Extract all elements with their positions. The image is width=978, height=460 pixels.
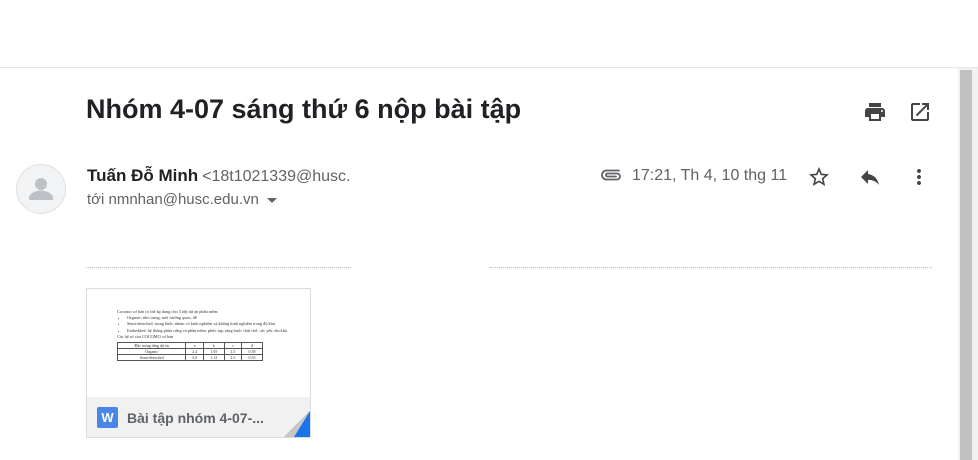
table-cell: 1.12 [202, 354, 225, 362]
sender-name[interactable]: Tuấn Đỗ Minh [87, 166, 198, 185]
word-file-icon: W [97, 407, 118, 428]
preview-bullets: Organic: nhỏ trung, môi trường quen, dễ … [127, 315, 289, 334]
preview-bullet: Embedded: hệ thống phần cứng và phần mềm… [127, 328, 289, 334]
divider-right [490, 267, 932, 268]
table-cell: 0.35 [241, 354, 263, 362]
sender-email: <18t1021339@husc.e [202, 168, 351, 185]
email-datetime: 17:21, Th 4, 10 thg 11 [632, 167, 788, 184]
attachment-card[interactable]: Cocomo cơ bản có thể áp dụng cho 3 lớp d… [86, 288, 311, 438]
star-icon[interactable] [807, 165, 831, 189]
divider-left [86, 267, 351, 268]
scrollbar-thumb[interactable] [960, 70, 972, 460]
open-in-new-icon[interactable] [908, 100, 932, 124]
sender-line: Tuấn Đỗ Minh <18t1021339@husc.e [87, 166, 351, 188]
preview-table-caption: Các hệ số của COCOMO cơ bản [117, 333, 174, 339]
preview-table: Đặc trưng từng dự án a b c d Organic 2.4… [116, 342, 263, 362]
person-icon [29, 178, 53, 200]
email-subject: Nhóm 4-07 sáng thứ 6 nộp bài tập [86, 94, 522, 124]
table-cell: 2.5 [223, 354, 243, 362]
table-cell: 3.0 [185, 354, 204, 362]
recipient-text: tới nmnhan@husc.edu.vn [87, 191, 259, 208]
table-cell: Semi-detached [116, 354, 187, 362]
print-icon[interactable] [863, 100, 887, 124]
paperclip-icon [601, 169, 621, 181]
attachment-footer[interactable]: W Bài tập nhóm 4-07-... [87, 397, 310, 437]
sender-avatar [16, 164, 66, 214]
page-fold-icon [284, 411, 310, 437]
preview-bullet: Semi-detached: trung bình, nhóm có kinh … [127, 321, 289, 327]
attachment-preview: Cocomo cơ bản có thể áp dụng cho 3 lớp d… [87, 289, 310, 397]
table-row: Semi-detached 3.0 1.12 2.5 0.35 [116, 354, 263, 362]
more-vert-icon[interactable] [907, 165, 931, 189]
attachment-file-name: Bài tập nhóm 4-07-... [127, 409, 264, 426]
recipient-line[interactable]: tới nmnhan@husc.edu.vn [87, 191, 277, 208]
document-page: Cocomo cơ bản có thể áp dụng cho 3 lớp d… [116, 309, 289, 362]
chevron-down-icon[interactable] [266, 198, 277, 203]
reply-icon[interactable] [858, 165, 882, 189]
top-bar [0, 0, 978, 68]
